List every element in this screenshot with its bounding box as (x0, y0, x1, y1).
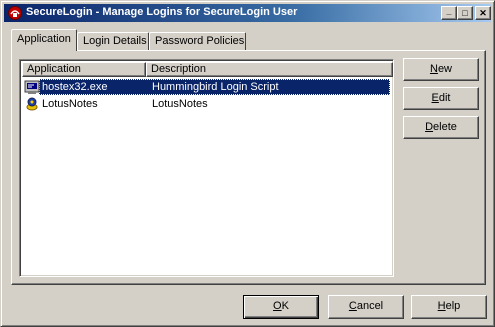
application-name: LotusNotes (42, 98, 98, 110)
tab-label: Login Details (83, 35, 147, 47)
delete-mnemonic: D (425, 121, 434, 133)
securelogin-icon (8, 6, 22, 20)
lotus-notes-icon (26, 97, 38, 111)
application-description: LotusNotes (152, 98, 208, 110)
ok-mnemonic: O (273, 300, 282, 312)
cancel-label-rest: ancel (356, 300, 384, 312)
dialog-window: SecureLogin - Manage Logins for SecureLo… (0, 0, 495, 327)
delete-button[interactable]: Delete (403, 116, 479, 139)
edit-mnemonic: E (431, 92, 439, 104)
tab-application[interactable]: Application (11, 29, 77, 51)
help-button[interactable]: Help (411, 295, 487, 319)
edit-button[interactable]: Edit (403, 87, 479, 110)
window-title: SecureLogin - Manage Logins for SecureLo… (26, 6, 298, 18)
delete-label-rest: elete (433, 121, 457, 133)
application-name: hostex32.exe (42, 81, 108, 93)
ok-label-rest: K (281, 300, 289, 312)
column-header-description[interactable]: Description (146, 62, 393, 77)
cancel-button[interactable]: Cancel (328, 295, 404, 319)
new-mnemonic: N (429, 63, 438, 75)
column-header-label: Description (151, 63, 207, 75)
terminal-app-icon (24, 80, 40, 94)
title-bar[interactable]: SecureLogin - Manage Logins for SecureLo… (4, 4, 491, 22)
help-label-rest: elp (445, 300, 461, 312)
list-item[interactable]: hostex32.exe Hummingbird Login Script (22, 79, 391, 95)
close-button[interactable]: ✕ (475, 6, 491, 20)
tab-login-details[interactable]: Login Details (77, 32, 149, 51)
help-mnemonic: H (437, 300, 446, 312)
new-button[interactable]: New (403, 58, 479, 81)
applications-list[interactable]: Application Description hostex32.exe Hum… (19, 59, 394, 277)
tab-label: Application (17, 33, 71, 45)
close-icon: ✕ (479, 7, 487, 18)
tab-label: Password Policies (155, 35, 245, 47)
list-header: Application Description (22, 62, 393, 77)
tab-password-policies[interactable]: Password Policies (149, 32, 246, 51)
column-header-application[interactable]: Application (22, 62, 146, 77)
new-label-rest: ew (437, 63, 452, 75)
list-item[interactable]: LotusNotes LotusNotes (22, 96, 391, 112)
cancel-mnemonic: C (348, 300, 357, 312)
minimize-icon: _ (446, 5, 452, 16)
column-header-label: Application (27, 63, 81, 75)
minimize-button[interactable]: _ (441, 6, 457, 20)
edit-label-rest: dit (438, 92, 451, 104)
ok-button[interactable]: OK (243, 295, 319, 319)
application-description: Hummingbird Login Script (152, 81, 279, 93)
maximize-icon: □ (462, 7, 468, 18)
maximize-button[interactable]: □ (457, 6, 473, 20)
